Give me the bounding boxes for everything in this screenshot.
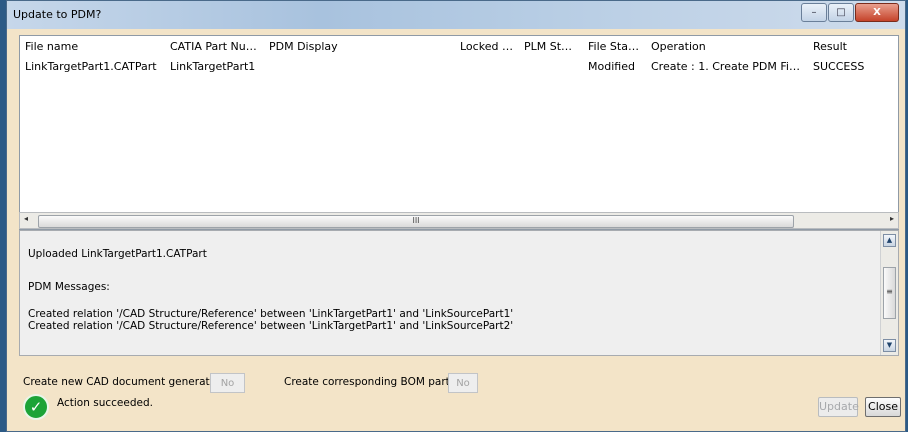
files-table: File name CATIA Part Number PDM Display … — [20, 36, 898, 76]
scroll-down-icon[interactable]: ▼ — [883, 339, 896, 352]
cell-file-name: LinkTargetPart1.CATPart — [25, 59, 157, 73]
horizontal-scroll-thumb[interactable]: III — [38, 215, 794, 228]
cell-catia-part-number: LinkTargetPart1 — [170, 59, 256, 73]
scroll-up-icon[interactable]: ▲ — [883, 234, 896, 247]
vertical-scroll-thumb[interactable]: ≡ — [883, 267, 896, 319]
column-header-result[interactable]: Result — [808, 36, 898, 56]
table-header-row: File name CATIA Part Number PDM Display … — [20, 36, 898, 56]
column-header-file-name[interactable]: File name — [20, 36, 165, 56]
messages-panel: Uploaded LinkTargetPart1.CATPart PDM Mes… — [19, 230, 899, 356]
bom-parts-toggle[interactable]: No — [448, 373, 478, 393]
minimize-button[interactable]: – — [801, 3, 827, 22]
column-header-catia-part-number[interactable]: CATIA Part Number — [165, 36, 264, 56]
cell-locked-by — [455, 56, 519, 76]
vertical-scrollbar[interactable]: ▲ ≡ ▼ — [880, 231, 898, 355]
relation-message-1: Created relation '/CAD Structure/Referen… — [28, 308, 514, 320]
horizontal-scrollbar[interactable]: ◂ III ▸ — [19, 212, 899, 229]
close-button[interactable]: Close — [865, 397, 901, 417]
upload-message: Uploaded LinkTargetPart1.CATPart — [28, 248, 207, 260]
relation-message-2: Created relation '/CAD Structure/Referen… — [28, 320, 514, 332]
scroll-right-icon[interactable]: ▸ — [890, 214, 894, 223]
close-window-button[interactable]: X — [855, 3, 899, 22]
update-button[interactable]: Update — [818, 397, 859, 417]
maximize-button[interactable]: □ — [828, 3, 854, 22]
cell-file-status: Modified — [588, 59, 635, 73]
table-row[interactable]: LinkTargetPart1.CATPart LinkTargetPart1 … — [20, 56, 898, 76]
column-header-pdm-display[interactable]: PDM Display — [264, 36, 455, 56]
cell-operation: Create : 1. Create PDM File Object of ty… — [651, 59, 808, 73]
cell-plm-state — [519, 56, 583, 76]
pdm-messages-heading: PDM Messages: — [28, 281, 110, 293]
status-message: Action succeeded. — [57, 397, 153, 409]
files-table-panel: File name CATIA Part Number PDM Display … — [19, 35, 899, 230]
column-header-operation[interactable]: Operation — [646, 36, 808, 56]
scroll-left-icon[interactable]: ◂ — [24, 214, 28, 223]
update-to-pdm-dialog: Update to PDM? – □ X File name CATIA Par… — [6, 0, 906, 432]
window-controls: – □ X — [800, 3, 899, 22]
column-header-locked-by[interactable]: Locked By — [455, 36, 519, 56]
cad-generation-label: Create new CAD document generation? — [23, 376, 232, 388]
column-header-file-status[interactable]: File Status — [583, 36, 646, 56]
check-circle-icon: ✓ — [23, 394, 49, 420]
window-title: Update to PDM? — [13, 8, 102, 21]
bom-parts-label: Create corresponding BOM parts? — [284, 376, 461, 388]
title-bar: Update to PDM? – □ X — [7, 1, 905, 29]
column-header-plm-state[interactable]: PLM State — [519, 36, 583, 56]
cell-pdm-display — [264, 56, 455, 76]
cell-result: SUCCESS — [813, 59, 865, 73]
cad-generation-toggle[interactable]: No — [210, 373, 245, 393]
